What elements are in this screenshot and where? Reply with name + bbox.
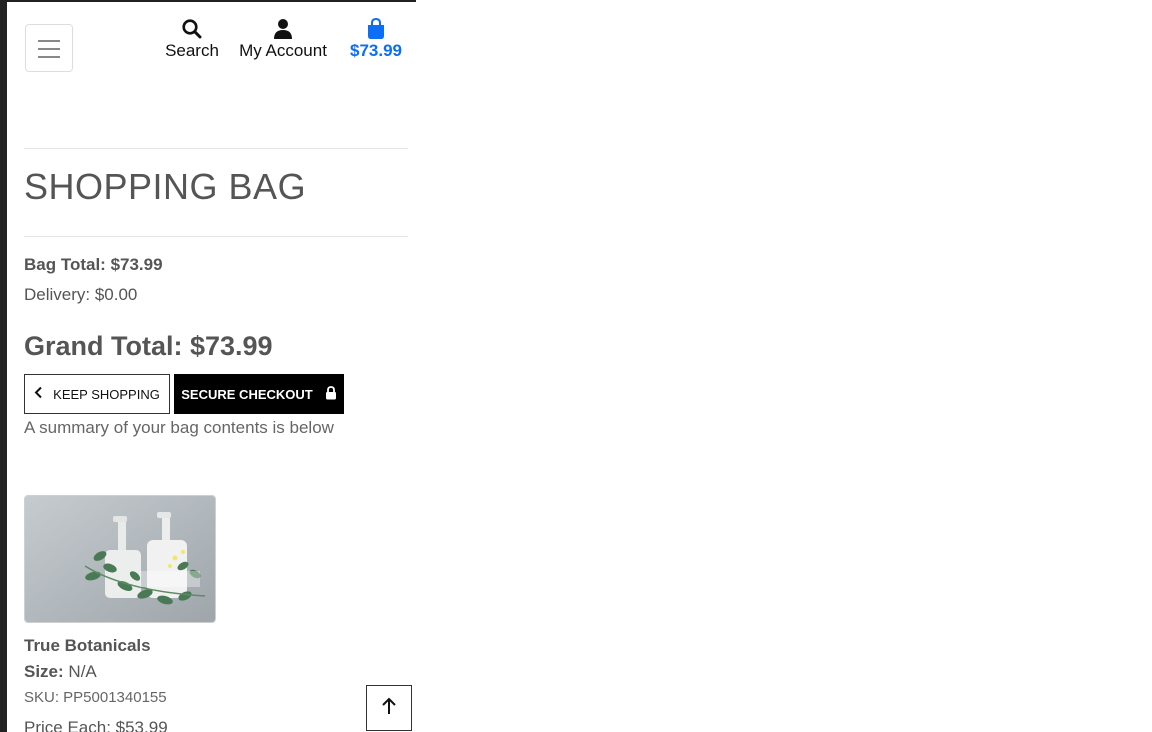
product-size: Size: N/A	[24, 662, 97, 682]
hamburger-line	[38, 56, 60, 58]
hamburger-line	[38, 40, 60, 42]
lock-icon	[325, 385, 337, 403]
page-viewport: Search My Account $73.99 SHOPPING BAG Ba…	[7, 2, 416, 732]
window-edge	[0, 0, 7, 732]
arrow-up-icon	[381, 697, 397, 720]
delivery-cost: Delivery: $0.00	[24, 285, 138, 304]
title-divider	[24, 236, 408, 237]
nav-search-label: Search	[165, 41, 219, 60]
bag-total: Bag Total: $73.99	[24, 255, 163, 274]
nav-account-label: My Account	[239, 41, 327, 60]
user-icon	[235, 18, 331, 40]
search-icon	[164, 18, 220, 40]
nav-search-link[interactable]: Search	[164, 18, 220, 61]
bag-summary-note: A summary of your bag contents is below	[24, 418, 334, 437]
back-to-top-button[interactable]	[366, 685, 412, 731]
nav-account-link[interactable]: My Account	[235, 18, 331, 61]
hamburger-line	[38, 48, 60, 50]
product-image[interactable]	[24, 495, 216, 623]
page-title: SHOPPING BAG	[24, 166, 307, 207]
keep-shopping-label: KEEP SHOPPING	[53, 386, 160, 402]
secure-checkout-button[interactable]: SECURE CHECKOUT	[174, 374, 344, 414]
product-sku: SKU: PP5001340155	[24, 689, 167, 706]
nav-bag-total: $73.99	[350, 41, 402, 60]
product-size-value: N/A	[68, 662, 97, 681]
shopping-bag-icon	[345, 17, 407, 40]
header-divider	[24, 148, 408, 149]
product-price-each: Price Each: $53.99	[24, 718, 168, 732]
product-name: True Botanicals	[24, 636, 151, 655]
grand-total: Grand Total: $73.99	[24, 331, 273, 361]
secure-checkout-label: SECURE CHECKOUT	[181, 386, 313, 402]
product-size-label: Size:	[24, 662, 64, 681]
chevron-left-icon	[34, 386, 43, 402]
menu-toggle-button[interactable]	[25, 24, 73, 72]
keep-shopping-button[interactable]: KEEP SHOPPING	[24, 374, 170, 414]
nav-bag-link[interactable]: $73.99	[345, 17, 407, 61]
